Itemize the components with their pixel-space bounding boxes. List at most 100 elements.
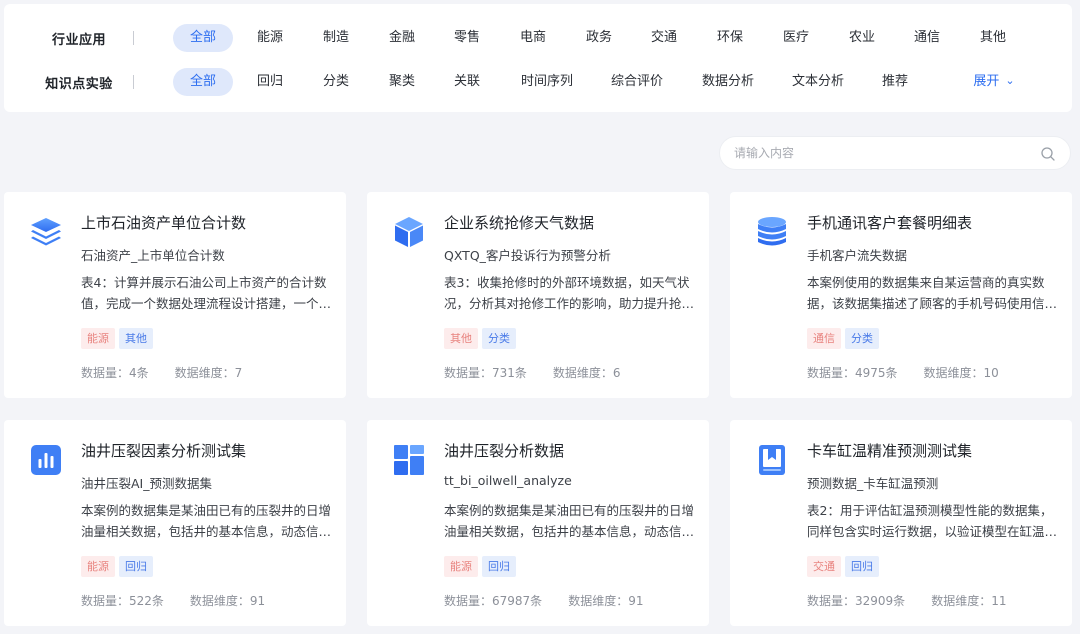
card-stats: 数据量：4条 数据维度：7 xyxy=(81,364,242,381)
industry-chip-other[interactable]: 其他 xyxy=(978,24,1008,52)
expand-button[interactable]: 展开 ⌄ xyxy=(964,68,1024,96)
knowledge-filter-row: 知识点实验 全部 回归 分类 聚类 关联 时间序列 综合评价 数据分析 文本分析… xyxy=(4,67,1072,97)
dashboard-grid-icon xyxy=(394,445,424,475)
data-dimension: 数据维度：91 xyxy=(189,594,266,608)
tag-list: 能源 其他 xyxy=(81,328,153,349)
card-stats: 数据量：731条 数据维度：6 xyxy=(444,364,621,381)
card-description: 表4：计算并展示石油公司上市资产的合计数值，完成一个数据处理流程设计搭建，一个… xyxy=(81,275,331,311)
knowledge-tag: 其他 xyxy=(119,328,153,349)
card-stats: 数据量：522条 数据维度：91 xyxy=(81,592,265,609)
industry-chip-agriculture[interactable]: 农业 xyxy=(847,24,877,52)
divider xyxy=(133,31,134,45)
knowledge-chip-recommend[interactable]: 推荐 xyxy=(880,68,910,96)
knowledge-chip-all[interactable]: 全部 xyxy=(173,68,233,96)
industry-chip-energy[interactable]: 能源 xyxy=(255,24,285,52)
knowledge-tag: 回归 xyxy=(845,556,879,577)
bar-chart-icon xyxy=(31,445,61,475)
knowledge-tag: 分类 xyxy=(845,328,879,349)
layers-icon xyxy=(31,218,61,246)
industry-chip-manufacturing[interactable]: 制造 xyxy=(321,24,351,52)
knowledge-filter-label: 知识点实验 xyxy=(45,76,113,92)
industry-chip-retail[interactable]: 零售 xyxy=(452,24,482,52)
tag-list: 能源 回归 xyxy=(444,556,516,577)
card-title[interactable]: 油井压裂分析数据 xyxy=(444,440,564,461)
card-description: 表2：用于评估缸温预测模型性能的数据集，同样包含实时运行数据，以验证模型在缸温… xyxy=(807,503,1057,539)
industry-chip-environment[interactable]: 环保 xyxy=(715,24,745,52)
knowledge-chip-text-analysis[interactable]: 文本分析 xyxy=(789,68,847,96)
data-count: 数据量：32909条 xyxy=(807,594,906,608)
data-dimension: 数据维度：6 xyxy=(552,366,621,380)
card-subtitle: QXTQ_客户投诉行为预警分析 xyxy=(444,248,611,263)
industry-tag: 其他 xyxy=(444,328,478,349)
data-count: 数据量：731条 xyxy=(444,366,527,380)
industry-filter-label: 行业应用 xyxy=(51,32,106,48)
card-title[interactable]: 油井压裂因素分析测试集 xyxy=(81,440,246,461)
card-subtitle: 手机客户流失数据 xyxy=(807,248,908,263)
industry-tag: 交通 xyxy=(807,556,841,577)
industry-chip-ecommerce[interactable]: 电商 xyxy=(518,24,548,52)
card-stats: 数据量：67987条 数据维度：91 xyxy=(444,592,643,609)
knowledge-chip-data-analysis[interactable]: 数据分析 xyxy=(699,68,757,96)
knowledge-chip-association[interactable]: 关联 xyxy=(452,68,482,96)
industry-chip-telecom[interactable]: 通信 xyxy=(912,24,942,52)
tag-list: 其他 分类 xyxy=(444,328,516,349)
card-description: 本案例的数据集是某油田已有的压裂井的日增油量相关数据，包括井的基本信息，动态信… xyxy=(444,503,694,539)
card-description: 表3：收集抢修时的外部环境数据，如天气状况，分析其对抢修工作的影响，助力提升抢… xyxy=(444,275,694,311)
search-input[interactable] xyxy=(734,146,1034,160)
expand-label: 展开 xyxy=(973,74,1000,89)
dataset-card[interactable]: 油井压裂分析数据 tt_bi_oilwell_analyze 本案例的数据集是某… xyxy=(367,420,709,626)
data-dimension: 数据维度：10 xyxy=(923,366,999,380)
data-count: 数据量：4条 xyxy=(81,366,149,380)
knowledge-chip-classification[interactable]: 分类 xyxy=(321,68,351,96)
card-title[interactable]: 上市石油资产单位合计数 xyxy=(81,212,246,233)
data-count: 数据量：4975条 xyxy=(807,366,898,380)
filter-panel: 行业应用 全部 能源 制造 金融 零售 电商 政务 交通 环保 医疗 农业 通信… xyxy=(4,4,1072,112)
knowledge-chip-time-series[interactable]: 时间序列 xyxy=(518,68,576,96)
divider xyxy=(133,75,134,89)
data-count: 数据量：522条 xyxy=(81,594,164,608)
dataset-card[interactable]: 企业系统抢修天气数据 QXTQ_客户投诉行为预警分析 表3：收集抢修时的外部环境… xyxy=(367,192,709,398)
cube-icon xyxy=(395,217,423,247)
chevron-down-icon: ⌄ xyxy=(1005,74,1015,87)
industry-chip-finance[interactable]: 金融 xyxy=(387,24,417,52)
database-icon xyxy=(758,217,786,246)
industry-chip-all[interactable]: 全部 xyxy=(173,24,233,52)
knowledge-tag: 回归 xyxy=(482,556,516,577)
card-stats: 数据量：32909条 数据维度：11 xyxy=(807,592,1006,609)
card-subtitle: 油井压裂AI_预测数据集 xyxy=(81,476,212,491)
industry-chip-government[interactable]: 政务 xyxy=(584,24,614,52)
card-subtitle: tt_bi_oilwell_analyze xyxy=(444,473,572,488)
industry-tag: 能源 xyxy=(444,556,478,577)
search-icon[interactable] xyxy=(1040,146,1056,162)
dataset-card[interactable]: 上市石油资产单位合计数 石油资产_上市单位合计数 表4：计算并展示石油公司上市资… xyxy=(4,192,346,398)
tag-list: 交通 回归 xyxy=(807,556,879,577)
card-title[interactable]: 卡车缸温精准预测测试集 xyxy=(807,440,972,461)
data-dimension: 数据维度：91 xyxy=(568,594,644,608)
card-subtitle: 石油资产_上市单位合计数 xyxy=(81,248,225,263)
industry-tag: 能源 xyxy=(81,328,115,349)
card-subtitle: 预测数据_卡车缸温预测 xyxy=(807,476,939,491)
card-description: 本案例使用的数据集来自某运营商的真实数据，该数据集描述了顾客的手机号码使用信… xyxy=(807,275,1057,311)
search-box xyxy=(719,136,1071,170)
data-dimension: 数据维度：11 xyxy=(931,594,1007,608)
card-stats: 数据量：4975条 数据维度：10 xyxy=(807,364,999,381)
industry-chip-transport[interactable]: 交通 xyxy=(649,24,679,52)
knowledge-chip-evaluation[interactable]: 综合评价 xyxy=(608,68,666,96)
data-count: 数据量：67987条 xyxy=(444,594,543,608)
dataset-card[interactable]: 手机通讯客户套餐明细表 手机客户流失数据 本案例使用的数据集来自某运营商的真实数… xyxy=(730,192,1072,398)
industry-tag: 能源 xyxy=(81,556,115,577)
industry-chip-medical[interactable]: 医疗 xyxy=(781,24,811,52)
knowledge-chip-clustering[interactable]: 聚类 xyxy=(387,68,417,96)
tag-list: 通信 分类 xyxy=(807,328,879,349)
book-icon xyxy=(759,445,785,475)
dataset-card[interactable]: 油井压裂因素分析测试集 油井压裂AI_预测数据集 本案例的数据集是某油田已有的压… xyxy=(4,420,346,626)
knowledge-tag: 回归 xyxy=(119,556,153,577)
card-description: 本案例的数据集是某油田已有的压裂井的日增油量相关数据，包括井的基本信息，动态信… xyxy=(81,503,331,539)
industry-tag: 通信 xyxy=(807,328,841,349)
knowledge-chip-regression[interactable]: 回归 xyxy=(255,68,285,96)
tag-list: 能源 回归 xyxy=(81,556,153,577)
card-title[interactable]: 企业系统抢修天气数据 xyxy=(444,212,594,233)
dataset-card[interactable]: 卡车缸温精准预测测试集 预测数据_卡车缸温预测 表2：用于评估缸温预测模型性能的… xyxy=(730,420,1072,626)
data-dimension: 数据维度：7 xyxy=(174,366,243,380)
card-title[interactable]: 手机通讯客户套餐明细表 xyxy=(807,212,972,233)
